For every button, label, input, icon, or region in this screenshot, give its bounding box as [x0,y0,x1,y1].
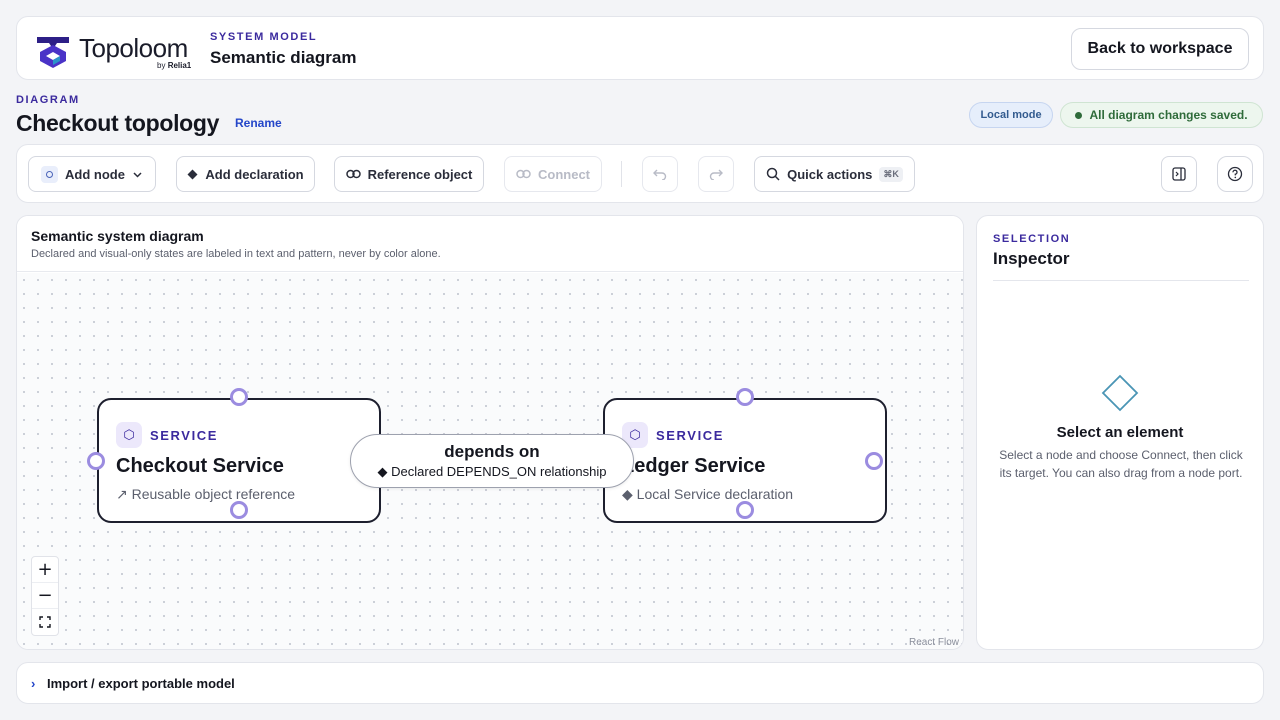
inspector-empty-title: Select an element [1056,424,1184,441]
link-icon [516,169,531,179]
node-port-left[interactable] [87,452,105,470]
node-ledger-service[interactable]: ⬡ SERVICE Ledger Service ◆ Local Service… [603,388,887,523]
zoom-in-button[interactable]: + [32,557,58,583]
toolbar-divider [621,161,622,187]
node-port-top[interactable] [230,388,248,406]
reference-object-label: Reference object [367,166,473,182]
canvas-subtitle: Declared and visual-only states are labe… [31,248,441,260]
fit-view-icon [39,616,51,628]
panel-right-icon [1172,167,1186,181]
canvas-title: Semantic system diagram [31,228,204,244]
quick-actions-button[interactable]: Quick actions ⌘K [754,156,915,192]
add-node-button[interactable]: Add node [28,156,156,192]
add-node-label: Add node [65,166,125,182]
edge-title: depends on [444,442,540,461]
undo-button[interactable] [642,156,678,192]
header-title: Semantic diagram [210,48,357,67]
import-export-label: Import / export portable model [47,676,235,691]
inspector-title: Inspector [993,249,1070,268]
node-circle-icon [41,165,59,183]
diamond-icon [187,169,198,179]
saved-dot-icon [1075,111,1083,119]
add-declaration-button[interactable]: Add declaration [176,156,315,192]
save-status-badge: All diagram changes saved. [1060,102,1263,128]
react-flow-attribution[interactable]: React Flow [909,637,959,648]
node-meta-text: Local Service declaration [636,486,794,502]
node-port-bottom[interactable] [230,501,248,519]
inspector-empty-body: Select a node and choose Connect, then c… [999,448,1243,480]
edge-subtitle: ◆ Declared DEPENDS_ON relationship [351,464,633,480]
brand-by-text: by [157,61,166,70]
node-type-label: SERVICE [150,428,219,443]
arrow-up-right-icon: ↗ [116,486,128,502]
node-meta: ↗ Reusable object reference [116,486,295,503]
diamond-outline-icon [1101,374,1139,412]
diagram-canvas-panel: Semantic system diagram Declared and vis… [16,215,964,650]
search-icon [766,167,780,181]
reference-object-button[interactable]: Reference object [334,156,484,192]
node-checkout-service[interactable]: ⬡ SERVICE Checkout Service ↗ Reusable ob… [87,388,381,523]
connect-label: Connect [538,166,590,182]
redo-button[interactable] [698,156,734,192]
chevron-down-icon [133,171,142,178]
diamond-icon: ◆ [622,486,633,502]
brand-wordmark: Topoloom [79,33,188,63]
node-name: Ledger Service [622,455,766,477]
node-meta-text: Reusable object reference [131,486,296,502]
back-to-workspace-button[interactable]: Back to workspace [1071,28,1249,70]
inspector-panel: SELECTION Inspector Select an element Se… [976,215,1264,650]
app-header: Topoloom by Relia1 SYSTEM MODEL Semantic… [16,16,1264,80]
brand-byline: by Relia1 [157,61,191,70]
diagram-title: Checkout topology [16,110,220,136]
link-icon [345,169,361,179]
toggle-inspector-button[interactable] [1161,156,1197,192]
rename-link[interactable]: Rename [235,116,282,130]
help-circle-icon [1227,166,1243,182]
service-hexagon-icon: ⬡ [116,422,142,448]
help-button[interactable] [1217,156,1253,192]
zoom-controls: + − [31,556,59,636]
connect-button[interactable]: Connect [504,156,602,192]
node-port-bottom[interactable] [736,501,754,519]
brand-logo[interactable]: Topoloom by Relia1 [33,29,197,73]
edge-label-depends-on[interactable]: depends on ◆ Declared DEPENDS_ON relatio… [350,434,634,488]
import-export-disclosure[interactable]: › Import / export portable model [16,662,1264,704]
header-eyebrow: SYSTEM MODEL [210,31,318,43]
canvas-header: Semantic system diagram Declared and vis… [17,216,963,272]
brand-parent: Relia1 [167,61,192,70]
node-type-label: SERVICE [656,428,725,443]
inspector-divider [993,280,1249,281]
inspector-eyebrow: SELECTION [993,233,1071,245]
diagram-canvas[interactable]: ⬡ SERVICE Checkout Service ↗ Reusable ob… [17,273,963,649]
node-port-top[interactable] [736,388,754,406]
quick-actions-shortcut: ⌘K [879,166,903,182]
node-port-right[interactable] [865,452,883,470]
diamond-icon: ◆ [377,464,388,479]
undo-icon [653,169,667,180]
diagram-toolbar: Add node Add declaration Reference objec… [16,144,1264,203]
quick-actions-label: Quick actions [787,166,873,182]
chevron-right-icon: › [31,676,36,691]
zoom-out-button[interactable]: − [32,583,58,609]
node-name: Checkout Service [116,455,284,477]
diagram-eyebrow: DIAGRAM [16,94,80,106]
local-mode-badge: Local mode [969,102,1053,128]
save-status-text: All diagram changes saved. [1089,108,1248,122]
node-meta: ◆ Local Service declaration [622,486,793,503]
add-declaration-label: Add declaration [205,166,304,182]
fit-view-button[interactable] [32,609,58,635]
topoloom-logo-icon [37,37,69,68]
edge-subtitle-text: Declared DEPENDS_ON relationship [391,464,607,479]
redo-icon [709,169,723,180]
